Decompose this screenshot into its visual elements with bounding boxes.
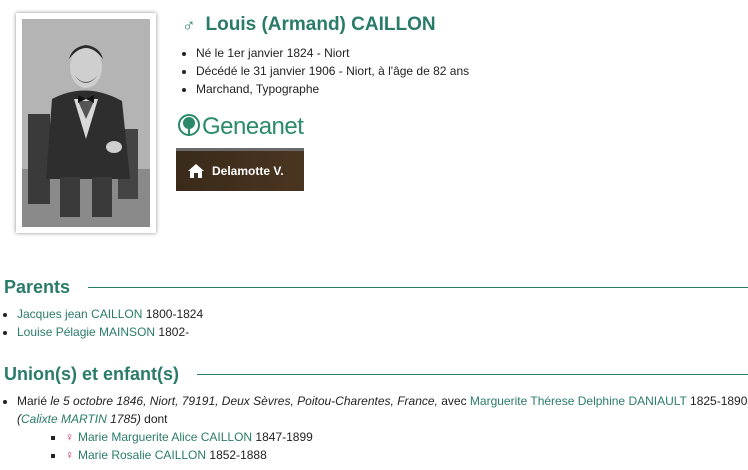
parents-list: Jacques jean CAILLON 1800-1824 Louise Pé… <box>4 305 203 341</box>
owner-label: Delamotte V. <box>212 164 284 178</box>
portrait-image <box>22 19 150 227</box>
death-fact: Décédé le 31 janvier 1906 - Niort, à l'â… <box>196 62 469 80</box>
parents-title: Parents <box>4 277 71 297</box>
child-link[interactable]: Marie Marguerite Alice CAILLON <box>78 430 252 444</box>
section-divider <box>197 374 748 375</box>
child-dates: 1847-1899 <box>255 430 313 444</box>
person-facts: Né le 1er janvier 1824 - Niort Décédé le… <box>180 44 469 98</box>
marriage-item: Marié le 5 octobre 1846, Niort, 79191, D… <box>17 392 748 464</box>
list-item: Jacques jean CAILLON 1800-1824 <box>17 305 203 323</box>
owner-tree-button[interactable]: Delamotte V. <box>176 148 304 191</box>
unions-section-header: Union(s) et enfant(s) <box>4 364 748 385</box>
parent-link-mother[interactable]: Louise Pélagie MAINSON <box>17 325 155 339</box>
home-icon <box>188 164 204 178</box>
marriage-date-place: le 5 octobre 1846, Niort, 79191, Deux Sè… <box>50 394 438 408</box>
unions-title: Union(s) et enfant(s) <box>4 364 179 384</box>
geneanet-logo[interactable]: Geneanet <box>178 113 304 141</box>
person-header: ♂ Louis (Armand) CAILLON <box>182 14 436 36</box>
spouse-parent-date: 1785) <box>106 412 141 426</box>
occupation-fact: Marchand, Typographe <box>196 80 469 98</box>
marriage-dont: dont <box>140 412 168 426</box>
female-icon: ♀ <box>65 430 74 444</box>
parent-dates: 1802- <box>158 325 190 339</box>
parents-section-header: Parents <box>4 277 748 298</box>
geneanet-wordmark: Geneanet <box>202 113 304 140</box>
list-item: ♀ Marie Rosalie CAILLON 1852-1888 <box>65 446 748 464</box>
list-item: Louise Pélagie MAINSON 1802- <box>17 323 203 341</box>
section-divider <box>88 287 748 288</box>
marriage-with: avec <box>437 394 470 408</box>
spouse-link[interactable]: Marguerite Thérese Delphine DANIAULT <box>470 394 687 408</box>
child-dates: 1852-1888 <box>209 448 267 462</box>
male-icon: ♂ <box>182 14 196 35</box>
spouse-dates: 1825-1890 <box>686 394 748 408</box>
parent-link-father[interactable]: Jacques jean CAILLON <box>17 307 142 321</box>
children-list: ♀ Marie Marguerite Alice CAILLON 1847-189… <box>17 428 748 464</box>
marriage-prefix: Marié <box>17 394 51 408</box>
birth-fact: Né le 1er janvier 1824 - Niort <box>196 44 469 62</box>
unions-list: Marié le 5 octobre 1846, Niort, 79191, D… <box>4 392 748 464</box>
parent-dates: 1800-1824 <box>145 307 204 321</box>
female-icon: ♀ <box>65 448 74 462</box>
person-name: Louis (Armand) CAILLON <box>205 14 436 35</box>
portrait-frame <box>16 13 156 233</box>
list-item: ♀ Marie Marguerite Alice CAILLON 1847-189… <box>65 428 748 446</box>
child-link[interactable]: Marie Rosalie CAILLON <box>78 448 206 462</box>
tree-icon <box>178 114 200 136</box>
portrait-photo[interactable] <box>22 19 150 227</box>
spouse-parent-link[interactable]: Calixte MARTIN <box>21 412 107 426</box>
